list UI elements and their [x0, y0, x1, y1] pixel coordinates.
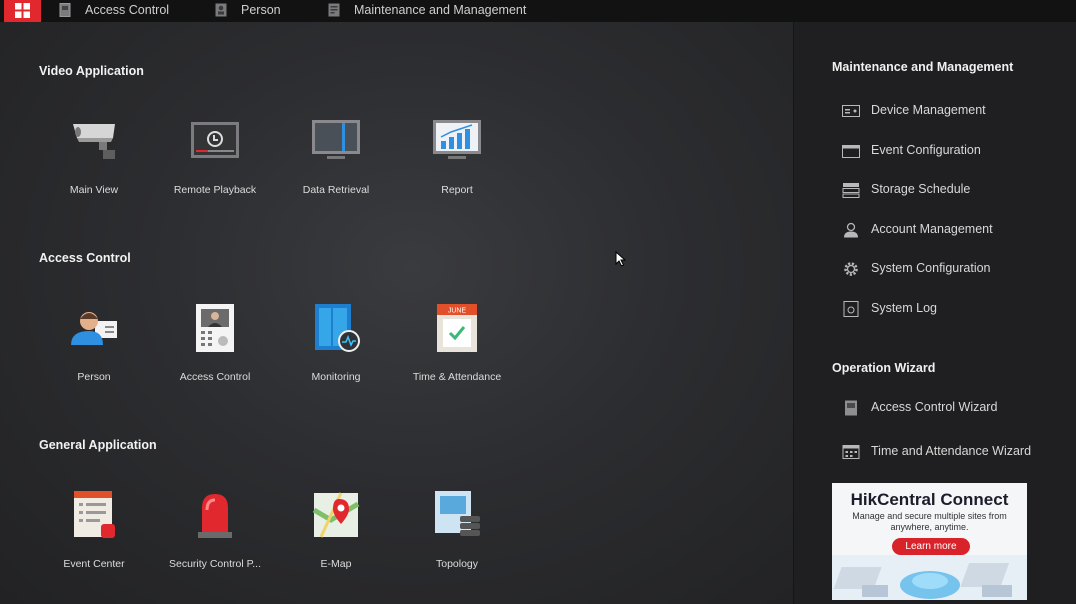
- tile-monitoring[interactable]: Monitoring: [276, 303, 396, 398]
- sidebar-item-storage-schedule[interactable]: Storage Schedule: [842, 179, 1062, 201]
- tile-data-retrieval[interactable]: Data Retrieval: [276, 116, 396, 211]
- door-panel-icon: [59, 3, 71, 17]
- sidebar-item-label: Time and Attendance Wizard: [871, 444, 1032, 458]
- playback-icon: [191, 122, 239, 158]
- sidebar-item-access-control-wizard[interactable]: Access Control Wizard: [842, 397, 1062, 419]
- id-card-icon: [215, 3, 227, 17]
- door-panel-icon: [845, 400, 857, 416]
- alarm-light-icon: [198, 494, 232, 538]
- tile-access-control[interactable]: Access Control: [155, 303, 275, 398]
- gear-icon: [844, 262, 858, 276]
- section-title-general: General Application: [39, 438, 157, 452]
- tile-e-map[interactable]: E-Map: [276, 490, 396, 585]
- log-icon: [843, 301, 859, 317]
- grid-icon: [15, 3, 30, 18]
- sidebar-item-system-configuration[interactable]: System Configuration: [842, 258, 1062, 280]
- camera-icon: [73, 124, 115, 159]
- tab-label: Maintenance and Management: [354, 3, 527, 17]
- tile-person[interactable]: Person: [34, 303, 154, 398]
- section-title-access: Access Control: [39, 251, 131, 265]
- sidebar-title-maintenance: Maintenance and Management: [832, 60, 1014, 74]
- sidebar-item-label: Account Management: [871, 222, 993, 236]
- sidebar-item-account-management[interactable]: Account Management: [842, 219, 1062, 241]
- sidebar-item-label: System Configuration: [871, 261, 991, 275]
- right-sidebar: Maintenance and Management Device Manage…: [793, 22, 1076, 604]
- tile-label: Topology: [435, 558, 479, 570]
- sidebar-title-wizard: Operation Wizard: [832, 361, 936, 375]
- tile-remote-playback[interactable]: Remote Playback: [155, 116, 275, 211]
- tile-label: Data Retrieval: [302, 184, 370, 196]
- tile-label: Remote Playback: [173, 184, 257, 196]
- calendar-icon: JUNE: [437, 304, 477, 352]
- sidebar-item-device-management[interactable]: Device Management: [842, 100, 1062, 122]
- calendar-month-text: JUNE: [448, 308, 467, 315]
- sidebar-item-label: Event Configuration: [871, 143, 981, 157]
- door-monitor-icon: [315, 304, 360, 352]
- tab-maintenance[interactable]: Maintenance and Management: [328, 0, 548, 22]
- tile-label: Event Center: [63, 558, 125, 570]
- monitor-search-icon: [312, 120, 360, 159]
- tile-report[interactable]: Report: [397, 116, 517, 211]
- device-icon: [842, 105, 860, 117]
- mouse-cursor-icon: [615, 251, 626, 267]
- bar-chart-icon: [433, 120, 481, 159]
- home-button[interactable]: [4, 0, 41, 22]
- maintenance-icon: [328, 3, 340, 17]
- map-pin-icon: [312, 492, 360, 538]
- tab-label: Person: [241, 3, 281, 17]
- tile-label: Access Control: [179, 371, 251, 383]
- tile-label: Monitoring: [311, 371, 361, 383]
- event-list-icon: [74, 491, 115, 538]
- ad-title: HikCentral Connect: [850, 490, 1009, 509]
- tile-event-center[interactable]: Event Center: [34, 490, 154, 585]
- tile-label: Time & Attendance: [412, 371, 502, 383]
- main-panel: Video Application Main View Remote Playb…: [0, 22, 793, 604]
- sidebar-item-label: Storage Schedule: [871, 182, 971, 196]
- cloud-network-illustration: [832, 555, 1027, 600]
- section-title-video: Video Application: [39, 64, 144, 78]
- storage-icon: [842, 183, 860, 198]
- tile-label: Main View: [69, 184, 119, 196]
- sidebar-item-time-attendance-wizard[interactable]: Time and Attendance Wizard: [842, 441, 1062, 463]
- tile-label: Security Control P...: [168, 558, 261, 570]
- tile-label: Report: [441, 184, 473, 196]
- intercom-icon: [196, 304, 234, 352]
- tab-person[interactable]: Person: [215, 0, 295, 22]
- tile-label: Person: [77, 371, 111, 383]
- ad-subtitle: Manage and secure multiple sites from an…: [852, 511, 1007, 532]
- tile-main-view[interactable]: Main View: [34, 116, 154, 211]
- learn-more-button[interactable]: Learn more: [892, 538, 970, 555]
- tile-time-attendance[interactable]: JUNE Time & Attendance: [397, 303, 517, 398]
- event-config-icon: [842, 145, 860, 158]
- tab-access-control[interactable]: Access Control: [59, 0, 179, 22]
- topology-icon: [435, 491, 480, 536]
- calendar-grid-icon: [842, 445, 860, 459]
- user-icon: [844, 222, 858, 238]
- tile-label: E-Map: [320, 558, 352, 570]
- hikcentral-ad-banner[interactable]: HikCentral Connect Manage and secure mul…: [832, 483, 1027, 600]
- tile-security-control[interactable]: Security Control P...: [155, 490, 275, 585]
- sidebar-item-label: Access Control Wizard: [871, 400, 998, 414]
- tile-topology[interactable]: Topology: [397, 490, 517, 585]
- sidebar-item-label: Device Management: [871, 103, 986, 117]
- sidebar-item-system-log[interactable]: System Log: [842, 298, 1062, 320]
- sidebar-item-label: System Log: [871, 301, 938, 315]
- top-nav-bar: Access Control Person Maintenance and Ma…: [0, 0, 1076, 22]
- sidebar-item-event-configuration[interactable]: Event Configuration: [842, 140, 1062, 162]
- person-card-icon: [71, 312, 117, 345]
- tab-label: Access Control: [85, 3, 170, 17]
